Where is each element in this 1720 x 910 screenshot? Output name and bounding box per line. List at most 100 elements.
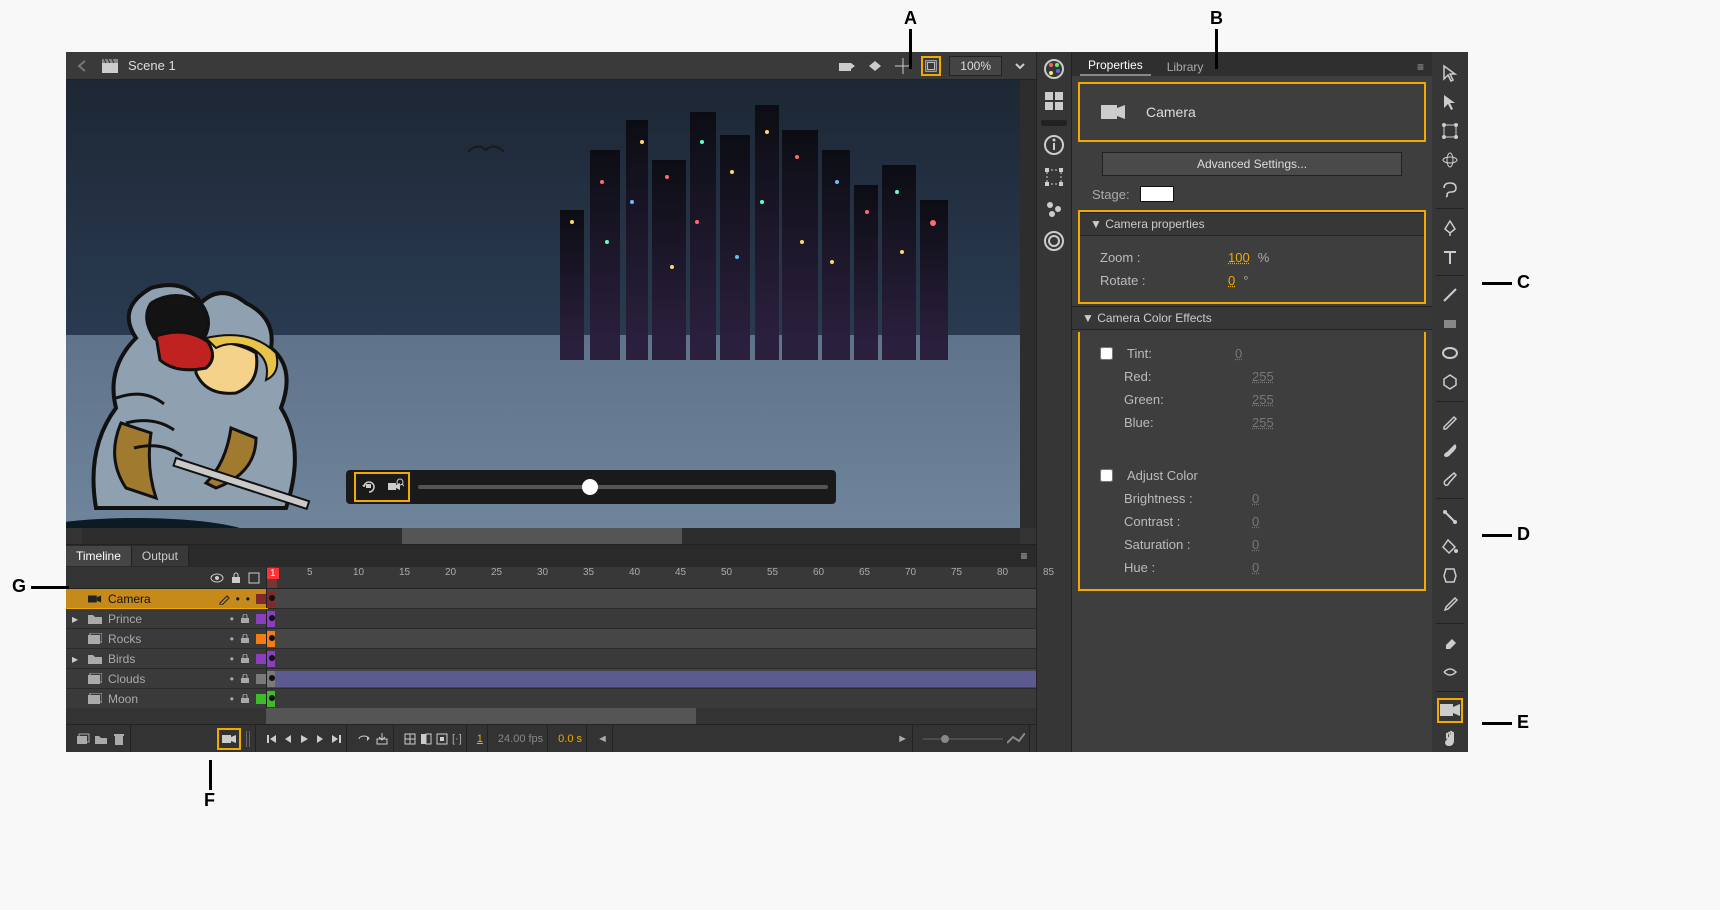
bone-tool-icon[interactable] <box>1437 505 1463 530</box>
first-frame-icon[interactable] <box>266 733 278 745</box>
green-value[interactable]: 255 <box>1252 392 1274 407</box>
transform-icon[interactable] <box>1041 164 1067 190</box>
zoom-max-icon[interactable] <box>1007 733 1025 745</box>
layer-track[interactable] <box>266 689 1036 708</box>
3drotation-tool-icon[interactable] <box>1437 148 1463 173</box>
contrast-value[interactable]: 0 <box>1252 514 1259 529</box>
lasso-tool-icon[interactable] <box>1437 177 1463 202</box>
rotate-value[interactable]: 0 <box>1228 273 1235 288</box>
paint-bucket-icon[interactable] <box>1437 534 1463 559</box>
width-tool-icon[interactable] <box>1437 659 1463 684</box>
loop-icon[interactable] <box>357 733 371 745</box>
layer-track[interactable] <box>266 669 1036 688</box>
history-icon[interactable] <box>1041 196 1067 222</box>
layer-row[interactable]: ▸Birds• <box>66 649 1036 669</box>
edit-scene-icon[interactable] <box>837 56 857 76</box>
pencil-tool-icon[interactable] <box>1437 408 1463 433</box>
stage-scroll-horizontal[interactable] <box>66 528 1036 544</box>
back-icon[interactable] <box>72 56 92 76</box>
cc-libraries-icon[interactable] <box>1041 228 1067 254</box>
ink-bottle-icon[interactable] <box>1437 563 1463 588</box>
stage-scroll-vertical[interactable] <box>1020 80 1036 528</box>
new-layer-icon[interactable] <box>76 732 90 746</box>
hue-value[interactable]: 0 <box>1252 560 1259 575</box>
layer-track[interactable] <box>266 629 1036 648</box>
line-tool-icon[interactable] <box>1437 282 1463 307</box>
fps-label[interactable]: 24.00 fps <box>498 733 543 745</box>
timeline-scroll[interactable] <box>66 708 1036 724</box>
selection-tool-icon[interactable] <box>1437 60 1463 85</box>
free-transform-icon[interactable] <box>1437 118 1463 143</box>
tint-value[interactable]: 0 <box>1235 346 1242 361</box>
layer-row[interactable]: Moon• <box>66 689 1036 708</box>
next-frame-icon[interactable] <box>314 733 326 745</box>
tab-output[interactable]: Output <box>132 546 189 566</box>
stage[interactable] <box>66 80 1036 544</box>
swatches-icon[interactable] <box>1041 56 1067 82</box>
eye-icon[interactable] <box>210 572 224 584</box>
frame-number[interactable]: 1 <box>477 733 483 745</box>
camera-slider-knob[interactable] <box>582 479 598 495</box>
info-icon[interactable] <box>1041 132 1067 158</box>
symbol-icon[interactable] <box>865 56 885 76</box>
camera-props-section-header[interactable]: ▼ Camera properties <box>1080 212 1424 236</box>
add-camera-button[interactable] <box>217 728 241 750</box>
onion-1-icon[interactable] <box>420 733 432 745</box>
tab-properties[interactable]: Properties <box>1080 56 1151 76</box>
subselect-tool-icon[interactable] <box>1437 89 1463 114</box>
layer-row[interactable]: Clouds• <box>66 669 1036 689</box>
frame-ruler[interactable]: 1 510152025303540455055606570758085 <box>266 567 1036 588</box>
camera-slider[interactable] <box>418 485 828 489</box>
new-folder-icon[interactable] <box>94 732 108 746</box>
delete-layer-icon[interactable] <box>112 732 126 746</box>
layer-row[interactable]: ▸Prince• <box>66 609 1036 629</box>
panel-menu-icon[interactable]: ≡ <box>1012 549 1036 563</box>
camera-color-section-header[interactable]: ▼ Camera Color Effects <box>1072 306 1432 330</box>
camera-zoom-icon[interactable] <box>384 476 406 498</box>
adjust-color-checkbox[interactable] <box>1100 469 1113 482</box>
tab-timeline[interactable]: Timeline <box>66 546 132 566</box>
eraser-tool-icon[interactable] <box>1437 630 1463 655</box>
advanced-settings-button[interactable]: Advanced Settings... <box>1102 152 1402 176</box>
clip-stage-icon[interactable] <box>921 56 941 76</box>
hand-tool-icon[interactable] <box>1437 727 1463 752</box>
outline-header-icon[interactable] <box>248 572 260 584</box>
zoom-drop-icon[interactable] <box>1010 56 1030 76</box>
scroll-right-icon[interactable]: ► <box>897 733 908 745</box>
brush-tool-icon[interactable] <box>1437 437 1463 462</box>
center-frame-icon[interactable] <box>404 733 416 745</box>
paintbrush-tool-icon[interactable] <box>1437 466 1463 491</box>
clapper-icon[interactable] <box>100 56 120 76</box>
layer-row[interactable]: Camera•• <box>66 589 1036 609</box>
camera-tool-icon[interactable] <box>1437 698 1463 723</box>
eyedropper-icon[interactable] <box>1437 592 1463 617</box>
camera-rotate-icon[interactable] <box>358 476 380 498</box>
brightness-value[interactable]: 0 <box>1252 491 1259 506</box>
lock-header-icon[interactable] <box>230 572 242 584</box>
prev-frame-icon[interactable] <box>282 733 294 745</box>
export-icon[interactable] <box>375 733 389 745</box>
onion-2-icon[interactable] <box>436 733 448 745</box>
marker-icon[interactable]: [·] <box>452 733 462 745</box>
play-icon[interactable] <box>298 733 310 745</box>
scroll-left-icon[interactable]: ◄ <box>597 733 608 745</box>
pen-tool-icon[interactable] <box>1437 215 1463 240</box>
saturation-value[interactable]: 0 <box>1252 537 1259 552</box>
text-tool-icon[interactable] <box>1437 244 1463 269</box>
align-icon[interactable] <box>1041 88 1067 114</box>
oval-tool-icon[interactable] <box>1437 341 1463 366</box>
stage-color-swatch[interactable] <box>1140 186 1174 202</box>
red-value[interactable]: 255 <box>1252 369 1274 384</box>
rect-tool-icon[interactable] <box>1437 311 1463 336</box>
tab-library[interactable]: Library <box>1159 58 1212 76</box>
panel-menu-icon[interactable]: ≡ <box>1409 58 1432 76</box>
layer-track[interactable] <box>266 609 1036 628</box>
last-frame-icon[interactable] <box>330 733 342 745</box>
zoom-slider-icon[interactable] <box>923 733 1003 745</box>
polystar-tool-icon[interactable] <box>1437 370 1463 395</box>
layer-row[interactable]: Rocks• <box>66 629 1036 649</box>
layer-track[interactable] <box>266 589 1036 608</box>
tint-checkbox[interactable] <box>1100 347 1113 360</box>
zoom-dropdown[interactable]: 100% <box>949 56 1002 76</box>
layer-track[interactable] <box>266 649 1036 668</box>
